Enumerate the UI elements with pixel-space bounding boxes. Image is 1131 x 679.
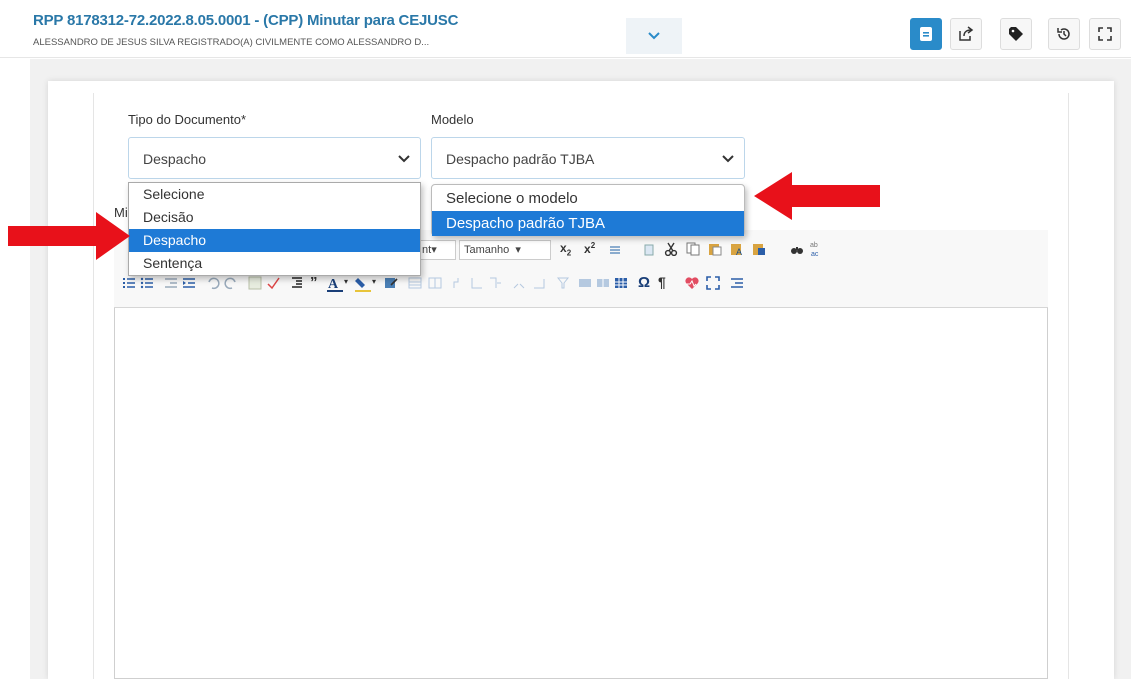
- special-char-button[interactable]: Ω: [638, 274, 650, 291]
- modelo-option-selecione[interactable]: Selecione o modelo: [432, 187, 744, 210]
- numbered-list-icon[interactable]: [122, 276, 136, 290]
- share-button[interactable]: [950, 18, 982, 50]
- blockquote-icon[interactable]: [290, 276, 304, 290]
- document-button[interactable]: [910, 18, 942, 50]
- paste-icon[interactable]: [708, 242, 722, 256]
- merge-icon[interactable]: [512, 276, 526, 290]
- screen: RPP 8178312-72.2022.8.05.0001 - (CPP) Mi…: [0, 0, 1131, 679]
- share-icon: [959, 26, 974, 41]
- paste-word-icon[interactable]: [752, 242, 766, 256]
- paste-text-icon[interactable]: A: [730, 242, 744, 256]
- tipo-documento-select[interactable]: Despacho: [128, 137, 421, 179]
- history-icon: [1057, 28, 1070, 40]
- arrow-left-icon: [754, 172, 880, 220]
- cut-icon[interactable]: [664, 242, 678, 256]
- history-button[interactable]: [1048, 18, 1080, 50]
- process-title: RPP 8178312-72.2022.8.05.0001 - (CPP) Mi…: [33, 12, 459, 29]
- font-size-select[interactable]: Tamanho ▾: [459, 240, 551, 260]
- tipo-option-sentenca[interactable]: Sentença: [129, 252, 420, 275]
- template-icon[interactable]: [248, 276, 262, 290]
- chevron-down-icon: [398, 155, 410, 163]
- party-name: ALESSANDRO DE JESUS SILVA REGISTRADO(A) …: [33, 37, 430, 48]
- insert-table-icon[interactable]: [614, 276, 628, 290]
- grid-icon[interactable]: [578, 276, 592, 290]
- tipo-documento-value: Despacho: [143, 151, 207, 167]
- outdent-icon[interactable]: [164, 276, 178, 290]
- highlight-color-icon[interactable]: [354, 275, 372, 293]
- replace-icon[interactable]: ab ac: [808, 240, 824, 258]
- tipo-option-decisao[interactable]: Decisão: [129, 206, 420, 229]
- cell-icon[interactable]: [452, 276, 466, 290]
- fullscreen-icon: [1098, 27, 1112, 41]
- modelo-label: Modelo: [431, 112, 474, 127]
- maximize-icon[interactable]: [706, 276, 720, 290]
- grid-cols-icon[interactable]: [596, 276, 610, 290]
- tag-icon: [1009, 27, 1023, 41]
- table-icon[interactable]: [408, 276, 422, 290]
- table-props-icon[interactable]: [428, 276, 442, 290]
- document-icon: [920, 27, 932, 41]
- row-icon[interactable]: [470, 276, 484, 290]
- svg-text:ab: ab: [810, 242, 818, 249]
- indent-icon[interactable]: [182, 276, 196, 290]
- tipo-option-selecione[interactable]: Selecione: [129, 183, 420, 206]
- svg-text:A: A: [736, 247, 742, 256]
- spellcheck-icon[interactable]: [266, 276, 280, 290]
- expand-header-button[interactable]: [626, 18, 682, 54]
- svg-text:ac: ac: [811, 251, 819, 258]
- find-icon[interactable]: [790, 242, 804, 256]
- tipo-documento-label: Tipo do Documento*: [128, 112, 247, 127]
- tipo-documento-dropdown: Selecione Decisão Despacho Sentença: [128, 182, 421, 276]
- subscript-button[interactable]: x2: [560, 241, 571, 257]
- process-header: RPP 8178312-72.2022.8.05.0001 - (CPP) Mi…: [0, 0, 1131, 58]
- tags-button[interactable]: [1000, 18, 1032, 50]
- bullet-list-icon[interactable]: [140, 276, 154, 290]
- modelo-select[interactable]: Despacho padrão TJBA: [431, 137, 745, 179]
- paste-plain-icon[interactable]: [642, 243, 656, 257]
- heart-pulse-icon[interactable]: [684, 275, 700, 291]
- text-color-icon[interactable]: A: [326, 275, 344, 293]
- strikethrough-icon[interactable]: [608, 243, 622, 257]
- font-select[interactable]: nt▾: [418, 240, 456, 260]
- modelo-dropdown: Selecione o modelo Despacho padrão TJBA: [431, 184, 745, 236]
- chevron-down-icon: [722, 155, 734, 163]
- panel-divider-left: [93, 93, 94, 679]
- format-block-icon[interactable]: [730, 276, 744, 290]
- redo-icon[interactable]: [224, 276, 238, 290]
- filter-icon[interactable]: [556, 276, 570, 290]
- tipo-option-despacho[interactable]: Despacho: [129, 229, 420, 252]
- undo-icon[interactable]: [206, 276, 220, 290]
- copy-icon[interactable]: [686, 242, 700, 256]
- svg-text:A: A: [328, 277, 339, 292]
- quote-button[interactable]: ”: [310, 274, 318, 291]
- panel-divider-right: [1068, 93, 1069, 679]
- arrow-right-icon: [8, 212, 130, 260]
- column-icon[interactable]: [488, 276, 502, 290]
- form-icon[interactable]: [384, 276, 398, 290]
- modelo-value: Despacho padrão TJBA: [446, 151, 595, 167]
- split-icon[interactable]: [532, 276, 546, 290]
- superscript-button[interactable]: x2: [584, 241, 595, 256]
- show-blocks-button[interactable]: ¶: [658, 274, 666, 290]
- fullscreen-button[interactable]: [1089, 18, 1121, 50]
- modelo-option-despacho-padrao[interactable]: Despacho padrão TJBA: [432, 211, 744, 236]
- chevron-down-icon: [648, 32, 660, 40]
